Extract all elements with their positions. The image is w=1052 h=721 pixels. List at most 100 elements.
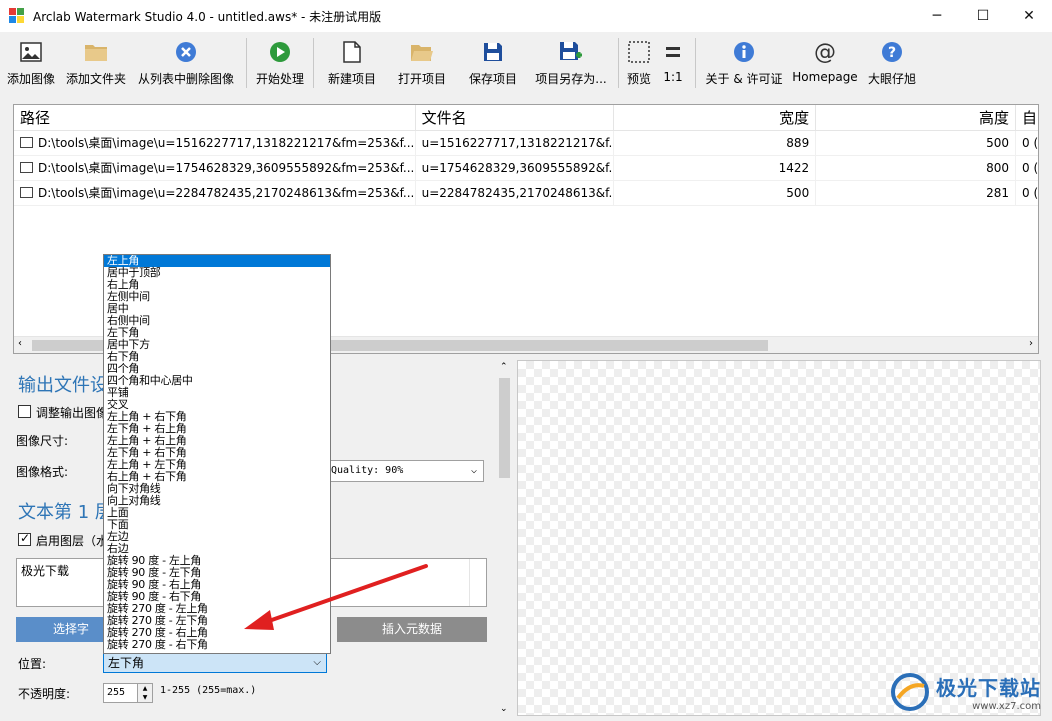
dropdown-option[interactable]: 左侧中间 [104, 291, 330, 303]
column-header-width[interactable]: 宽度 [614, 105, 817, 131]
title-bar: Arclab Watermark Studio 4.0 - untitled.a… [0, 0, 1052, 32]
image-file-icon [20, 187, 33, 198]
row-extra: 0 ( [1022, 161, 1038, 175]
save-as-button[interactable]: 项目另存为... [528, 32, 614, 94]
new-project-button[interactable]: 新建项目 [318, 32, 386, 94]
watermark-logo-icon [890, 672, 930, 712]
preview-label: 预览 [626, 72, 651, 86]
close-button[interactable]: ✕ [1006, 0, 1052, 32]
position-dropdown-list[interactable]: 左上角 居中于顶部 右上角 左侧中间 居中 右侧中间 左下角 居中下方 右下角 四个角 四个角和中心… [103, 254, 331, 654]
preview-canvas[interactable] [517, 360, 1041, 716]
insert-metadata-button[interactable]: 插入元数据 [337, 617, 487, 642]
start-processing-label: 开始处理 [255, 72, 304, 86]
table-row[interactable]: D:\tools\桌面\image\u=1516227717,131822121… [14, 131, 1038, 156]
row-filename: u=1516227717,1318221217&f... [416, 131, 615, 156]
big-eye-button[interactable]: ? 大眼仔旭 [862, 32, 922, 94]
opacity-input[interactable]: 255 [103, 683, 138, 703]
scroll-left-icon[interactable]: ‹ [18, 338, 22, 349]
big-eye-label: 大眼仔旭 [867, 72, 916, 86]
remove-image-label: 从列表中删除图像 [137, 72, 234, 86]
scroll-down-icon[interactable]: ⌄ [500, 704, 508, 714]
text-scrollbar[interactable] [469, 559, 486, 606]
at-sign-icon: @ [814, 39, 836, 65]
watermark-text-value: 极光下载 [21, 564, 70, 578]
table-row[interactable]: D:\tools\桌面\image\u=1754628329,360955589… [14, 156, 1038, 181]
resize-output-checkbox[interactable] [18, 405, 31, 418]
new-file-icon [340, 40, 364, 64]
add-image-label: 添加图像 [6, 72, 55, 86]
resize-output-label: 调整输出图像 [36, 406, 109, 420]
settings-scrollbar[interactable]: ⌃ ⌄ [496, 360, 513, 716]
column-header-filename[interactable]: 文件名 [416, 105, 615, 131]
delete-icon [174, 40, 198, 64]
image-size-label: 图像尺寸: [16, 434, 69, 448]
start-processing-button[interactable]: 开始处理 [251, 32, 309, 94]
row-width: 1422 [614, 156, 817, 181]
site-watermark: 极光下载站 www.xz7.com [890, 668, 1045, 716]
image-format-label: 图像格式: [16, 465, 69, 479]
row-path: D:\tools\桌面\image\u=1516227717,131822121… [38, 136, 415, 150]
watermark-sub-text: www.xz7.com [972, 701, 1041, 712]
quality-select[interactable]: Quality: 90% ⌵ [326, 460, 484, 482]
row-filename: u=1754628329,3609555892&f... [416, 156, 615, 181]
image-file-icon [20, 162, 33, 173]
scroll-right-icon[interactable]: › [1029, 338, 1033, 349]
svg-text:?: ? [888, 45, 896, 61]
homepage-button[interactable]: @ Homepage [788, 32, 862, 94]
position-select[interactable]: 左下角 ⌵ [103, 653, 327, 673]
toolbar: 添加图像 添加文件夹 从列表中删除图像 开始处理 新建项目 打开项目 保存项目 … [0, 32, 1052, 94]
stepper-down-icon[interactable]: ▼ [138, 693, 152, 702]
stepper-up-icon[interactable]: ▲ [138, 684, 152, 693]
save-project-button[interactable]: 保存项目 [458, 32, 528, 94]
column-header-extra[interactable]: 自 [1016, 105, 1038, 131]
opacity-stepper[interactable]: ▲ ▼ [137, 683, 153, 703]
position-label: 位置: [18, 657, 47, 671]
open-project-button[interactable]: 打开项目 [386, 32, 458, 94]
opacity-range-hint: 1-255 (255=max.) [160, 685, 257, 696]
dropdown-option[interactable]: 左边 [104, 531, 330, 543]
add-image-button[interactable]: 添加图像 [0, 32, 62, 94]
row-path: D:\tools\桌面\image\u=2284782435,217024861… [38, 186, 415, 200]
row-height: 800 [816, 156, 1017, 181]
image-icon [19, 40, 43, 64]
open-folder-icon [410, 40, 434, 64]
add-folder-button[interactable]: 添加文件夹 [62, 32, 130, 94]
row-extra: 0 ( [1022, 186, 1038, 200]
row-filename: u=2284782435,2170248613&f... [416, 181, 615, 206]
opacity-label: 不透明度: [18, 687, 71, 701]
column-header-path[interactable]: 路径 [14, 105, 416, 131]
row-width: 889 [614, 131, 817, 156]
dropdown-option[interactable]: 向上对角线 [104, 495, 330, 507]
enable-layer-label: 启用图层（水 [36, 534, 109, 548]
dropdown-option[interactable]: 下面 [104, 519, 330, 531]
position-value: 左下角 [108, 656, 145, 670]
homepage-label: Homepage [792, 70, 858, 84]
row-width: 500 [614, 181, 817, 206]
minimize-button[interactable]: ─ [914, 0, 960, 32]
preview-grid-icon [627, 40, 651, 64]
watermark-main-text: 极光下载站 [936, 676, 1041, 700]
toolbar-separator [695, 38, 696, 88]
dropdown-option[interactable]: 上面 [104, 507, 330, 519]
table-row[interactable]: D:\tools\桌面\image\u=2284782435,217024861… [14, 181, 1038, 206]
output-settings-title: 输出文件设 [18, 375, 108, 396]
layer-title: 文本第 1 层 [18, 502, 113, 523]
chevron-down-icon: ⌵ [470, 465, 477, 476]
enable-layer-checkbox[interactable] [18, 531, 31, 546]
column-header-height[interactable]: 高度 [816, 105, 1016, 131]
about-license-button[interactable]: 关于 & 许可证 [700, 32, 788, 94]
one-to-one-button[interactable]: 1:1 [655, 32, 691, 94]
settings-scroll-thumb[interactable] [499, 378, 510, 478]
row-path: D:\tools\桌面\image\u=1754628329,360955589… [38, 161, 415, 175]
maximize-button[interactable]: ☐ [960, 0, 1006, 32]
dropdown-option[interactable]: 四个角和中心居中 [104, 375, 330, 387]
dropdown-option[interactable]: 平铺 [104, 387, 330, 399]
dropdown-option[interactable]: 旋转 270 度 - 右下角 [104, 639, 330, 651]
remove-image-button[interactable]: 从列表中删除图像 [130, 32, 242, 94]
info-icon [732, 40, 756, 64]
row-height: 500 [816, 131, 1017, 156]
preview-button[interactable]: 预览 [623, 32, 655, 94]
save-as-label: 项目另存为... [535, 72, 607, 86]
add-folder-label: 添加文件夹 [65, 72, 126, 86]
scroll-up-icon[interactable]: ⌃ [500, 362, 508, 372]
